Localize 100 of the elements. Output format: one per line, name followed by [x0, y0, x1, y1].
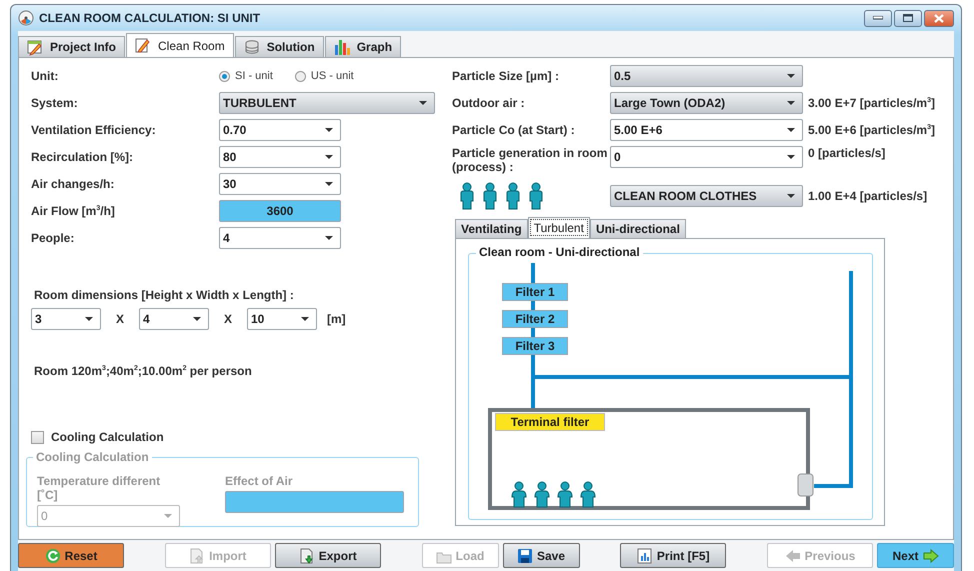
dropdown[interactable]: 0.70: [219, 119, 341, 141]
person-icon: [458, 182, 476, 210]
radio-icon[interactable]: [294, 70, 306, 82]
tab[interactable]: Turbulent: [528, 217, 590, 238]
coin-stack-icon: [244, 38, 261, 56]
field-label: Outdoor air :: [452, 96, 526, 110]
dropdown[interactable]: 10: [247, 308, 317, 330]
value-display: 3600: [219, 200, 341, 222]
caret-icon: [85, 317, 93, 321]
section-label: Room dimensions [Height x Width x Length] :: [33, 288, 295, 302]
dropdown[interactable]: 30: [219, 173, 341, 195]
dropdown[interactable]: TURBULENT: [219, 92, 435, 114]
caret-icon: [787, 74, 795, 78]
dropdown[interactable]: CLEAN ROOM CLOTHES: [610, 185, 803, 207]
damper-icon: [798, 474, 814, 496]
minimize-button[interactable]: [864, 10, 892, 26]
checkbox[interactable]: [31, 430, 44, 444]
times-sign: X: [114, 312, 125, 326]
refresh-icon: [44, 548, 61, 564]
radio-option[interactable]: SI - unit: [219, 70, 273, 82]
filter-box: Filter 1: [502, 283, 568, 301]
person-icon: [481, 182, 499, 210]
group-title: Cooling Calculation: [33, 450, 152, 464]
tab[interactable]: Project Info: [18, 36, 126, 57]
tab[interactable]: Ventilating: [455, 219, 528, 238]
value-reading: 5.00 E+6 [particles/m$^{3}$]: [808, 123, 935, 137]
field-label: Ventilation Efficiency:: [31, 123, 157, 137]
caret-icon: [419, 101, 427, 105]
caret-icon: [325, 128, 333, 132]
group-title: Clean room - Uni-directional: [476, 245, 643, 259]
dropdown[interactable]: 3: [31, 308, 101, 330]
button[interactable]: Print [F5]: [620, 543, 726, 568]
button[interactable]: Save: [502, 543, 580, 568]
caret-icon: [787, 155, 795, 159]
dropdown[interactable]: 5.00 E+6: [610, 119, 803, 141]
caret-icon: [164, 514, 172, 518]
filter-box: Filter 2: [502, 310, 568, 328]
person-icon: [527, 182, 545, 210]
dropdown[interactable]: 4: [219, 227, 341, 249]
tab[interactable]: Uni-directional: [590, 219, 686, 238]
caret-icon: [325, 236, 333, 240]
caret-icon: [193, 317, 201, 321]
value-reading: 1.00 E+4 [particles/s]: [808, 189, 928, 203]
radio-icon[interactable]: [219, 70, 230, 82]
window-title: CLEAN ROOM CALCULATION: SI UNIT: [39, 11, 262, 25]
dropdown[interactable]: 80: [219, 146, 341, 168]
button[interactable]: Export: [274, 543, 381, 568]
caret-icon: [325, 155, 333, 159]
person-icon: [558, 482, 572, 508]
person-icon: [512, 482, 526, 508]
field-label: Particle Size [µm] :: [452, 69, 560, 83]
chart-document-icon: [636, 548, 653, 564]
caret-icon: [787, 194, 795, 198]
tab[interactable]: Graph: [324, 36, 402, 57]
maximize-icon: [903, 14, 913, 22]
dropdown[interactable]: 0.5: [610, 65, 803, 87]
field-label: People:: [31, 231, 76, 245]
times-sign: X: [222, 312, 233, 326]
button[interactable]: Next: [877, 543, 954, 568]
caret-icon: [787, 128, 795, 132]
app-icon: [18, 10, 34, 26]
tab[interactable]: Solution: [234, 36, 324, 57]
maximize-button[interactable]: [894, 10, 922, 26]
dropdown[interactable]: 0: [610, 146, 803, 168]
terminal-filter-box: Terminal filter: [495, 413, 605, 431]
checkbox-option[interactable]: Cooling Calculation: [31, 430, 445, 444]
left-arrow-icon: [784, 548, 801, 564]
field-label: Air changes/h:: [31, 177, 116, 191]
field-label: Particle generation in room (process) :: [452, 146, 608, 174]
field-label: Unit:: [31, 69, 60, 83]
caret-icon: [301, 317, 309, 321]
person-icon: [504, 182, 522, 210]
field-label: Particle Co (at Start) :: [452, 123, 576, 137]
close-icon: [934, 14, 944, 22]
field-label: Recirculation [%]:: [31, 150, 134, 164]
radio-option[interactable]: US - unit: [294, 70, 354, 82]
value-reading: 0 [particles/s]: [808, 146, 886, 160]
bar-chart-icon: [334, 38, 351, 56]
button[interactable]: Reset: [18, 543, 124, 568]
right-arrow-icon: [922, 548, 938, 564]
close-button[interactable]: [924, 10, 954, 26]
field-label: System:: [31, 96, 79, 110]
filter-box: Filter 3: [502, 337, 568, 355]
caret-icon: [325, 182, 333, 186]
minimize-icon: [873, 16, 883, 20]
person-icon: [534, 482, 550, 508]
field-label: Effect of Air: [225, 474, 294, 488]
person-icon: [580, 482, 596, 508]
field-label: Air Flow [m$^{3}$/h]: [31, 204, 116, 218]
pencil-icon: [135, 37, 152, 54]
field-label: Temperature different [˚C]: [37, 474, 162, 502]
dropdown[interactable]: 4: [139, 308, 209, 330]
room-summary: Room 120m$^{3}$;40m$^{2}$;10.00m$^{2}$ per person: [33, 364, 253, 378]
document-upload-icon: [189, 548, 206, 564]
unit-label: [m]: [327, 312, 346, 326]
caret-icon: [787, 101, 795, 105]
document-download-icon: [298, 548, 315, 564]
tab[interactable]: Clean Room: [126, 33, 234, 57]
value-reading: 3.00 E+7 [particles/m$^{3}$]: [808, 96, 935, 110]
dropdown[interactable]: Large Town (ODA2): [610, 92, 803, 114]
